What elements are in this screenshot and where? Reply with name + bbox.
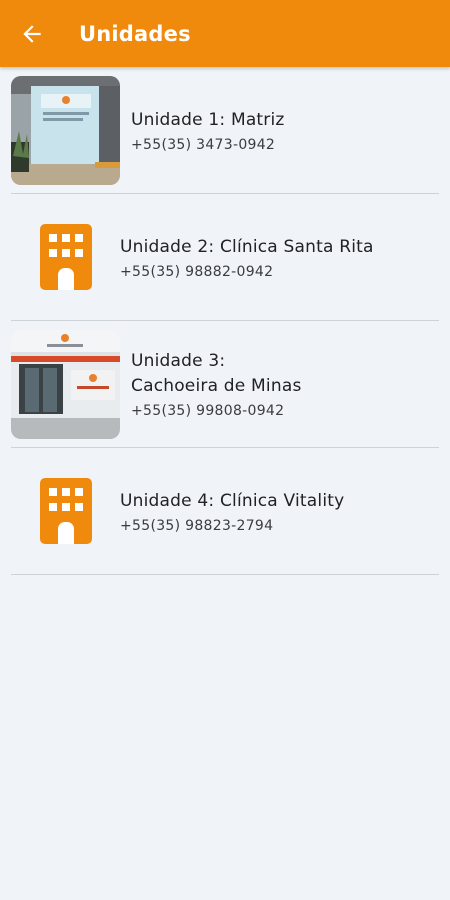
unit-photo [11,329,120,439]
unit-phone: +55(35) 98882-0942 [120,263,274,280]
unit-phone: +55(35) 99808-0942 [131,403,285,419]
page-title: Unidades [79,21,191,46]
units-list: Unidade 1: Matriz +55(35) 3473-0942 Unid… [0,67,450,575]
list-item-unit-2[interactable]: Unidade 2: Clínica Santa Rita +55(35) 98… [11,194,439,321]
list-item-unit-4[interactable]: Unidade 4: Clínica Vitality +55(35) 9882… [11,448,439,575]
unit-phone: +55(35) 98823-2794 [120,517,274,534]
back-button[interactable] [12,14,52,54]
building-icon [11,457,120,566]
unit-name: Unidade 4: Clínica Vitality [120,490,345,511]
list-item-unit-3[interactable]: Unidade 3: Cachoeira de Minas +55(35) 99… [11,321,439,448]
list-item-unit-1[interactable]: Unidade 1: Matriz +55(35) 3473-0942 [11,67,439,194]
unit-name: Unidade 2: Clínica Santa Rita [120,236,374,257]
unit-phone: +55(35) 3473-0942 [131,136,276,153]
app-bar: Unidades [0,0,450,67]
unit-photo [11,75,120,185]
arrow-left-icon [23,24,41,43]
building-icon [11,203,120,312]
unit-name: Unidade 1: Matriz [131,109,285,130]
unit-name: Unidade 3: Cachoeira de Minas [131,351,302,396]
